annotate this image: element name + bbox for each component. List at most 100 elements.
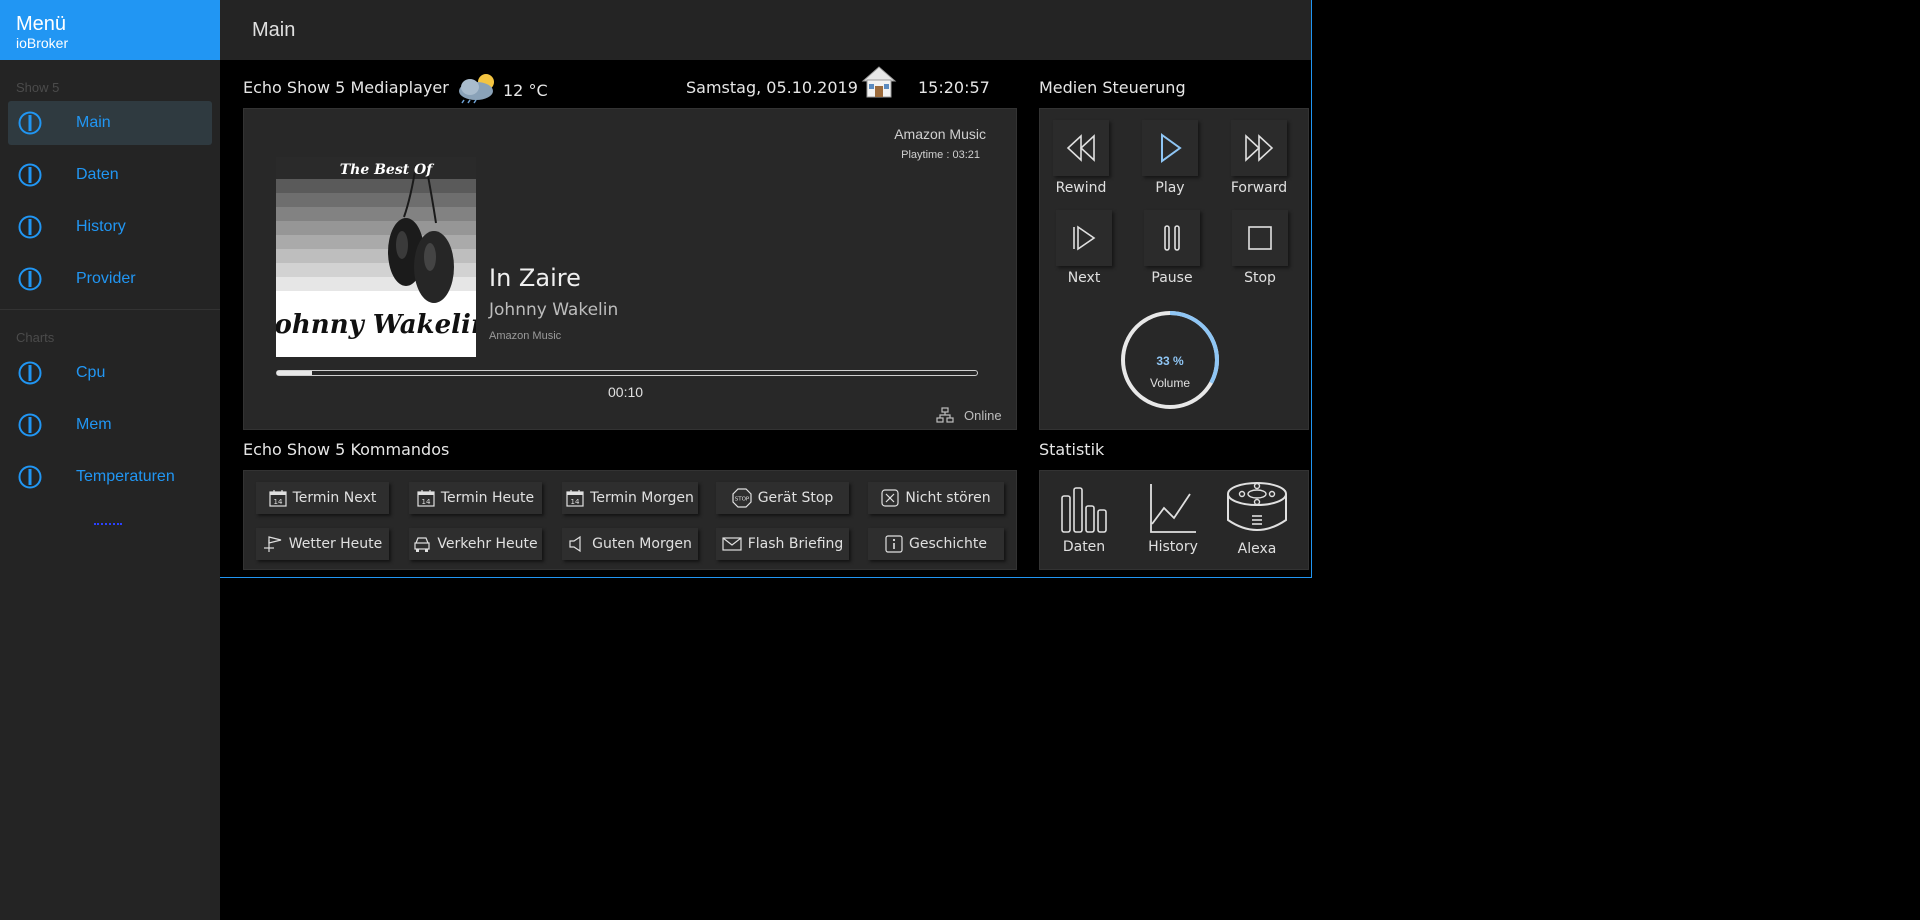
termin-morgen-button[interactable]: 14 Termin Morgen xyxy=(562,482,698,514)
brand-title: Menü xyxy=(16,13,67,35)
sidebar-item-label: Provider xyxy=(76,270,136,287)
network-icon xyxy=(936,407,954,423)
stat-history-button[interactable]: History xyxy=(1133,480,1213,555)
calendar-icon: 14 xyxy=(566,490,584,507)
next-icon xyxy=(1073,225,1096,251)
speaker-icon xyxy=(569,535,581,553)
playtime: Playtime : 03:21 xyxy=(901,149,980,161)
termin-morgen-label: Termin Morgen xyxy=(590,490,694,506)
guten-morgen-button[interactable]: Guten Morgen xyxy=(562,528,698,560)
car-icon xyxy=(414,537,430,552)
flash-briefing-button[interactable]: Flash Briefing xyxy=(716,528,849,560)
termin-heute-label: Termin Heute xyxy=(440,490,535,506)
nicht-stoeren-button[interactable]: Nicht stören xyxy=(868,482,1004,514)
house-icon xyxy=(861,66,897,98)
sidebar-item-cpu[interactable]: Cpu xyxy=(8,351,212,395)
pause-button[interactable]: Pause xyxy=(1132,210,1212,286)
play-icon xyxy=(1161,133,1182,163)
sidebar-item-temperaturen[interactable]: Temperaturen xyxy=(8,455,212,499)
stop-button[interactable]: Stop xyxy=(1220,210,1300,286)
mail-icon xyxy=(722,537,742,551)
brand-subtitle: ioBroker xyxy=(16,35,69,51)
volume-value: 33 % xyxy=(1156,354,1184,368)
info-icon xyxy=(18,465,42,489)
page-title: Main xyxy=(252,18,296,41)
sidebar-item-label: Cpu xyxy=(76,364,106,381)
media-controls-heading: Medien Steuerung xyxy=(1039,78,1186,97)
temperature: 12 °C xyxy=(503,81,548,100)
song-title: In Zaire xyxy=(489,264,581,292)
stop-sign-icon: STOP xyxy=(732,488,752,508)
termin-heute-button[interactable]: 14 Termin Heute xyxy=(409,482,542,514)
wetter-heute-button[interactable]: Wetter Heute xyxy=(256,528,389,560)
weather-vane-icon xyxy=(263,536,281,552)
stop-label: Stop xyxy=(1244,270,1276,286)
info-icon xyxy=(18,413,42,437)
next-button[interactable]: Next xyxy=(1044,210,1124,286)
sidebar-item-provider[interactable]: Provider xyxy=(8,257,212,301)
echo-device-icon xyxy=(1227,482,1287,531)
pause-icon xyxy=(1164,225,1180,251)
date-display: Samstag, 05.10.2019 xyxy=(686,78,858,97)
geschichte-button[interactable]: Geschichte xyxy=(868,528,1004,560)
weather-cloud-sun-icon xyxy=(459,74,494,104)
geraet-stop-label: Gerät Stop xyxy=(757,490,834,506)
song-source: Amazon Music xyxy=(489,330,562,342)
sidebar-item-history[interactable]: History xyxy=(8,205,212,249)
verkehr-heute-label: Verkehr Heute xyxy=(437,536,538,552)
do-not-disturb-icon xyxy=(881,489,900,507)
info-icon xyxy=(18,163,42,187)
song-artist: Johnny Wakelin xyxy=(489,300,619,320)
forward-label: Forward xyxy=(1230,180,1288,196)
sidebar-item-mem[interactable]: Mem xyxy=(8,403,212,447)
commands-heading: Echo Show 5 Kommandos xyxy=(243,440,450,459)
volume-dial[interactable]: 33 % Volume xyxy=(1120,310,1220,410)
sidebar-item-label: Temperaturen xyxy=(76,468,175,485)
line-chart-icon xyxy=(1150,484,1196,533)
forward-icon xyxy=(1245,134,1274,162)
progress-bar[interactable] xyxy=(276,370,978,376)
info-icon xyxy=(18,111,42,135)
album-cover: The Best Of Johnny Wakelin xyxy=(276,157,476,357)
svg-text:14: 14 xyxy=(421,498,430,506)
wetter-heute-label: Wetter Heute xyxy=(288,536,383,552)
guten-morgen-label: Guten Morgen xyxy=(592,536,692,552)
play-label: Play xyxy=(1155,180,1185,196)
stat-daten-button[interactable]: Daten xyxy=(1044,480,1124,555)
player-heading: Echo Show 5 Mediaplayer xyxy=(243,78,449,97)
geschichte-label: Geschichte xyxy=(909,536,987,552)
album-artist-text: Johnny Wakelin xyxy=(276,310,476,340)
svg-text:14: 14 xyxy=(273,498,282,506)
rewind-button[interactable]: Rewind xyxy=(1041,120,1121,196)
rewind-icon xyxy=(1066,134,1095,162)
info-icon xyxy=(18,267,42,291)
verkehr-heute-button[interactable]: Verkehr Heute xyxy=(409,528,542,560)
sidebar-item-daten[interactable]: Daten xyxy=(8,153,212,197)
sidebar-item-label: Mem xyxy=(76,416,112,433)
svg-text:STOP: STOP xyxy=(734,497,749,503)
sidebar-section-charts: Charts xyxy=(16,330,55,345)
svg-text:14: 14 xyxy=(571,498,580,506)
sidebar-footer-link[interactable] xyxy=(94,519,122,525)
next-label: Next xyxy=(1067,270,1101,286)
sidebar-item-label: Daten xyxy=(76,166,119,183)
info-icon xyxy=(18,361,42,385)
play-button[interactable]: Play xyxy=(1130,120,1210,196)
nicht-stoeren-label: Nicht stören xyxy=(905,490,991,506)
termin-next-button[interactable]: 14 Termin Next xyxy=(256,482,389,514)
termin-next-label: Termin Next xyxy=(292,490,377,506)
volume-label: Volume xyxy=(1149,376,1191,390)
statistics-heading: Statistik xyxy=(1039,440,1105,459)
geraet-stop-button[interactable]: STOP Gerät Stop xyxy=(716,482,849,514)
stat-alexa-label: Alexa xyxy=(1237,541,1277,557)
sidebar-item-main[interactable]: Main xyxy=(8,101,212,145)
calendar-icon: 14 xyxy=(269,490,287,507)
status-text: Online xyxy=(964,407,1002,423)
forward-button[interactable]: Forward xyxy=(1219,120,1299,196)
flash-briefing-label: Flash Briefing xyxy=(747,536,844,552)
sidebar-brand: Menü ioBroker xyxy=(0,0,220,60)
stat-alexa-button[interactable]: Alexa xyxy=(1217,480,1297,557)
info-box-icon xyxy=(885,535,903,553)
pause-label: Pause xyxy=(1151,270,1193,286)
time-display: 15:20:57 xyxy=(918,78,990,97)
